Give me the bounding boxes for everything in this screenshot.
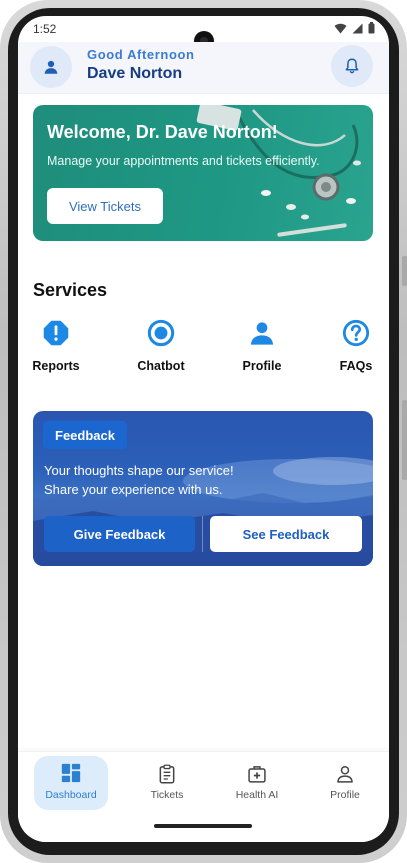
status-time: 1:52 — [33, 22, 57, 36]
button-divider — [202, 516, 203, 552]
person-icon — [250, 322, 274, 345]
feedback-message: Your thoughts shape our service! Share y… — [44, 461, 234, 499]
person-outline-icon — [337, 766, 353, 783]
nav-label: Health AI — [235, 789, 279, 801]
service-reports[interactable]: Reports — [18, 316, 96, 373]
nav-health-ai[interactable]: Health AI — [220, 756, 294, 810]
radio-circle-icon — [147, 319, 175, 347]
app-screen: 1:52 Good Afternoon Dave Norton Welcome,… — [18, 16, 389, 842]
nav-label: Dashboard — [45, 789, 97, 801]
welcome-subtitle: Manage your appointments and tickets eff… — [47, 154, 320, 168]
medical-kit-icon — [248, 766, 266, 783]
nav-label: Tickets — [150, 789, 184, 801]
service-label: FAQs — [339, 359, 373, 373]
nav-profile[interactable]: Profile — [308, 756, 382, 810]
view-tickets-button[interactable]: View Tickets — [47, 188, 163, 224]
nav-label: Profile — [330, 789, 360, 801]
app-header: Good Afternoon Dave Norton — [18, 42, 389, 94]
wifi-icon — [334, 23, 347, 33]
status-icons — [334, 22, 375, 34]
service-label: Reports — [32, 359, 80, 373]
volume-button — [402, 400, 407, 480]
status-bar: 1:52 — [18, 16, 389, 51]
clipboard-icon — [159, 764, 175, 784]
service-profile[interactable]: Profile — [222, 316, 302, 373]
bell-icon — [345, 58, 359, 74]
feedback-badge: Feedback — [43, 421, 127, 449]
service-label: Profile — [242, 359, 282, 373]
notifications-button[interactable] — [331, 45, 373, 87]
service-chatbot[interactable]: Chatbot — [121, 316, 201, 373]
see-feedback-button[interactable]: See Feedback — [210, 516, 362, 552]
power-button — [402, 256, 407, 286]
home-gesture-bar[interactable] — [154, 824, 252, 828]
user-name: Dave Norton — [87, 65, 183, 82]
feedback-card: Feedback Your thoughts shape our service… — [33, 411, 373, 566]
feedback-line-2: Share your experience with us. — [44, 482, 223, 497]
nav-tickets[interactable]: Tickets — [130, 756, 204, 810]
help-circle-icon — [342, 319, 370, 347]
gesture-area — [18, 815, 389, 842]
welcome-title: Welcome, Dr. Dave Norton! — [47, 122, 278, 142]
service-label: Chatbot — [137, 359, 185, 373]
dashboard-icon — [61, 763, 81, 783]
alert-octagon-icon — [43, 320, 69, 346]
bottom-navigation: Dashboard Tickets Health AI Profile — [18, 751, 389, 815]
give-feedback-button[interactable]: Give Feedback — [44, 516, 195, 552]
person-icon — [44, 60, 58, 74]
nav-dashboard[interactable]: Dashboard — [34, 756, 108, 810]
battery-icon — [368, 22, 375, 34]
services-heading: Services — [33, 280, 108, 300]
welcome-card: Welcome, Dr. Dave Norton! Manage your ap… — [33, 105, 373, 241]
avatar[interactable] — [30, 46, 72, 88]
feedback-line-1: Your thoughts shape our service! — [44, 463, 234, 478]
greeting-text: Good Afternoon — [87, 47, 195, 62]
signal-icon — [352, 23, 363, 33]
service-faqs[interactable]: FAQs — [316, 316, 389, 373]
